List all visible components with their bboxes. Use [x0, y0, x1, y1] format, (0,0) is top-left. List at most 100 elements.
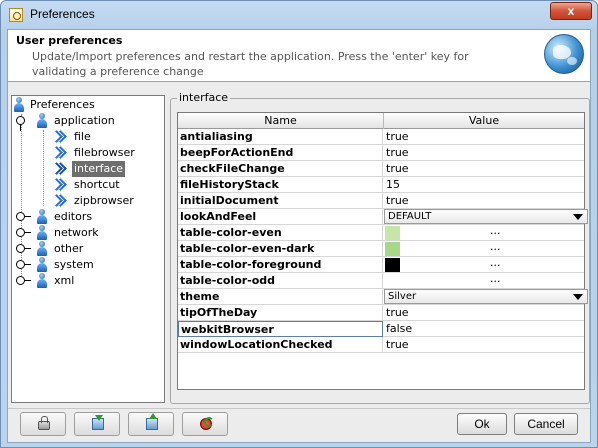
tree-leaf-filebrowser[interactable]: filebrowser [52, 145, 137, 161]
person-icon [37, 273, 47, 288]
table-row[interactable]: tipOfTheDay true [178, 305, 584, 321]
tree-leaf-label: filebrowser [74, 146, 135, 159]
pref-value-cell[interactable]: ... [384, 223, 584, 241]
pref-name: table-color-even [178, 225, 383, 241]
ok-button[interactable]: Ok [457, 413, 507, 435]
table-row[interactable]: table-color-even-dark ... [178, 239, 584, 257]
pref-name: beepForActionEnd [178, 145, 383, 161]
pref-name-editing[interactable]: webkitBrowser [178, 321, 383, 337]
color-swatch[interactable] [385, 242, 400, 256]
header-banner: User preferences Update/Import preferenc… [8, 30, 590, 82]
collapse-toggle-icon[interactable] [16, 116, 25, 131]
pref-value-cell[interactable]: ... [384, 271, 584, 289]
import-icon [92, 415, 104, 430]
table-row[interactable]: fileHistoryStack 15 [178, 177, 584, 193]
tree-node-label: xml [54, 274, 75, 287]
pref-value-cell[interactable]: ... [384, 239, 584, 257]
column-header-value[interactable]: Value [384, 113, 584, 129]
table-row[interactable]: theme Silver [178, 289, 588, 305]
tree-node-system[interactable]: system [16, 257, 96, 273]
preferences-window: Preferences x User preferences Update/Im… [0, 0, 598, 448]
tree-leaf-label: file [74, 130, 91, 143]
pref-value[interactable]: true [384, 193, 584, 209]
color-swatch[interactable] [385, 274, 400, 288]
table-row[interactable]: checkFileChange true [178, 161, 584, 177]
tree-node-label: network [54, 226, 99, 239]
pref-name: fileHistoryStack [178, 177, 383, 193]
column-header-name[interactable]: Name [178, 113, 384, 129]
double-chevron-icon [52, 146, 66, 160]
tree-node-other[interactable]: other [16, 241, 85, 257]
pref-value[interactable]: 15 [384, 177, 584, 193]
import-button[interactable] [74, 412, 120, 436]
tree-leaf-shortcut[interactable]: shortcut [52, 177, 122, 193]
color-swatch[interactable] [385, 226, 400, 240]
color-swatch[interactable] [385, 258, 400, 272]
tree-leaf-interface[interactable]: interface [52, 161, 126, 177]
tree-leaf-file[interactable]: file [52, 129, 93, 145]
title-bar[interactable]: Preferences x [1, 1, 597, 29]
pref-value-cell: Silver [384, 289, 588, 305]
pref-value[interactable]: true [384, 337, 584, 353]
tree-node-editors[interactable]: editors [16, 209, 94, 225]
pref-value[interactable]: false [384, 321, 584, 337]
close-button[interactable]: x [550, 2, 592, 20]
dropdown-arrow-icon[interactable] [573, 294, 583, 300]
restore-defaults-icon [200, 417, 214, 430]
pref-value-cell[interactable]: ... [384, 255, 584, 273]
expand-toggle-icon[interactable] [16, 276, 31, 285]
color-picker-button[interactable]: ... [490, 271, 501, 286]
dialog-client: User preferences Update/Import preferenc… [7, 29, 591, 443]
pref-name: table-color-odd [178, 273, 383, 289]
preferences-tree[interactable]: Preferences application file filebrowser… [11, 95, 165, 403]
globe-icon [544, 34, 584, 74]
cancel-button[interactable]: Cancel [514, 413, 578, 435]
restore-defaults-button[interactable] [182, 412, 228, 436]
table-row[interactable]: windowLocationChecked true [178, 337, 584, 353]
expand-toggle-icon[interactable] [16, 228, 31, 237]
tree-node-xml[interactable]: xml [16, 273, 76, 289]
preferences-table[interactable]: Name Value antialiasing true beepForActi… [177, 112, 588, 390]
double-chevron-icon [52, 130, 66, 144]
table-row[interactable]: lookAndFeel DEFAULT [178, 209, 588, 225]
table-row[interactable]: table-color-odd ... [178, 271, 584, 289]
theme-dropdown[interactable]: Silver [384, 289, 588, 304]
person-icon [37, 241, 47, 256]
tree-leaf-zipbrowser[interactable]: zipbrowser [52, 193, 136, 209]
table-row[interactable]: antialiasing true [178, 129, 584, 145]
header-title: User preferences [16, 34, 123, 47]
color-picker-button[interactable]: ... [490, 255, 501, 270]
expand-toggle-icon[interactable] [16, 260, 31, 269]
pref-name: table-color-even-dark [178, 241, 383, 257]
tree-node-application[interactable]: application [16, 113, 117, 131]
pref-value[interactable]: true [384, 145, 584, 161]
bottom-button-bar: Ok Cancel [8, 408, 590, 442]
header-description: Update/Import preferences and restart th… [32, 50, 469, 78]
double-chevron-icon [52, 162, 66, 176]
person-icon [37, 257, 47, 272]
window-title: Preferences [30, 7, 95, 21]
expand-toggle-icon[interactable] [16, 244, 31, 253]
dropdown-arrow-icon[interactable] [573, 214, 583, 220]
expand-toggle-icon[interactable] [16, 212, 31, 221]
tree-guide-line [43, 130, 44, 206]
pref-value[interactable]: true [384, 305, 584, 321]
table-row[interactable]: table-color-even ... [178, 223, 584, 241]
look-and-feel-dropdown[interactable]: DEFAULT [384, 209, 588, 224]
table-row[interactable]: webkitBrowser false [178, 321, 584, 337]
export-icon [146, 413, 158, 430]
tree-node-label: system [54, 258, 94, 271]
lock-button[interactable] [20, 412, 66, 436]
table-row[interactable]: table-color-foreground ... [178, 255, 584, 273]
export-button[interactable] [128, 412, 174, 436]
pref-name: antialiasing [178, 129, 383, 145]
pref-value[interactable]: true [384, 129, 584, 145]
table-row[interactable]: beepForActionEnd true [178, 145, 584, 161]
tree-node-network[interactable]: network [16, 225, 101, 241]
pref-value[interactable]: true [384, 161, 584, 177]
tree-root[interactable]: Preferences [14, 97, 97, 113]
color-picker-button[interactable]: ... [490, 223, 501, 238]
person-icon [14, 97, 24, 112]
color-picker-button[interactable]: ... [490, 239, 501, 254]
table-row[interactable]: initialDocument true [178, 193, 584, 209]
